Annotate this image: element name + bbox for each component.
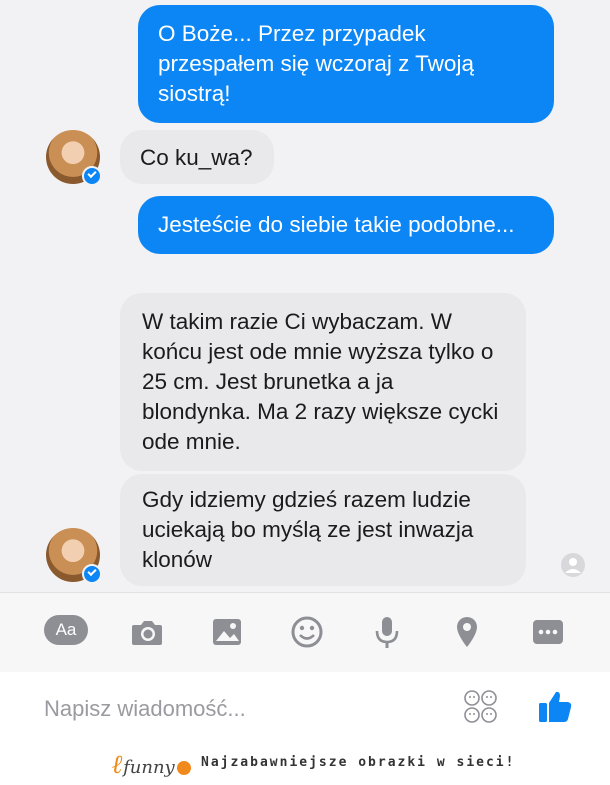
site-footer: ℓfunny Najzabawniejsze obrazki w sieci! bbox=[0, 742, 610, 785]
message-incoming[interactable]: Co ku_wa? bbox=[120, 130, 274, 184]
logo-mark-icon: ℓ bbox=[112, 750, 124, 780]
site-tagline: Najzabawniejsze obrazki w sieci! bbox=[201, 755, 516, 770]
logo-text: funny bbox=[123, 757, 175, 778]
emoji-icon[interactable] bbox=[286, 611, 328, 653]
image-icon[interactable] bbox=[206, 611, 248, 653]
message-input[interactable] bbox=[42, 692, 426, 726]
composer-toolbar: Aa bbox=[0, 592, 610, 673]
sticker-faces-icon[interactable] bbox=[462, 688, 500, 726]
chat-area: O Boże... Przez przypadek przespałem się… bbox=[0, 0, 610, 592]
logo-dot-icon bbox=[176, 761, 191, 775]
contact-avatar[interactable] bbox=[46, 528, 102, 584]
text-format-icon[interactable]: Aa bbox=[44, 615, 88, 645]
camera-icon[interactable] bbox=[126, 611, 168, 653]
contact-avatar[interactable] bbox=[46, 130, 102, 186]
message-outgoing[interactable]: Jesteście do siebie takie podobne... bbox=[138, 196, 554, 254]
site-logo[interactable]: ℓfunny bbox=[112, 750, 192, 780]
message-outgoing[interactable]: O Boże... Przez przypadek przespałem się… bbox=[138, 5, 554, 123]
messenger-badge-icon bbox=[82, 564, 102, 584]
message-input-bar bbox=[0, 672, 610, 742]
thumbs-up-icon[interactable] bbox=[536, 686, 574, 726]
message-incoming[interactable]: W takim razie Ci wybaczam. W końcu jest … bbox=[120, 293, 526, 471]
location-pin-icon[interactable] bbox=[446, 611, 488, 653]
message-incoming[interactable]: Gdy idziemy gdzieś razem ludzie uciekają… bbox=[120, 474, 526, 586]
messenger-badge-icon bbox=[82, 166, 102, 186]
microphone-icon[interactable] bbox=[366, 611, 408, 653]
more-icon[interactable] bbox=[527, 611, 569, 653]
seen-avatar-icon bbox=[561, 553, 585, 577]
